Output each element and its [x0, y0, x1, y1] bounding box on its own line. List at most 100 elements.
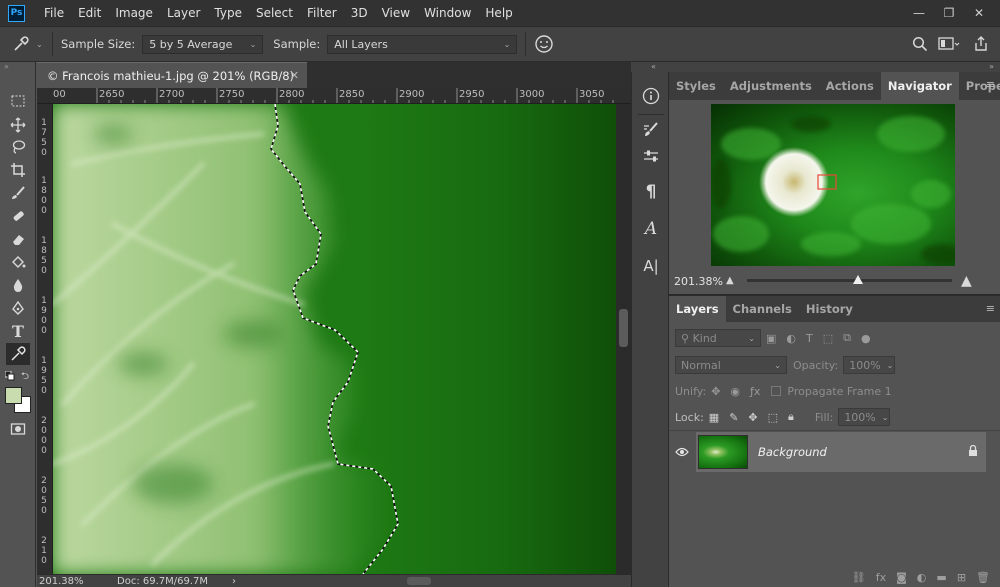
quick-mask-icon[interactable] [6, 418, 30, 440]
panel-dock-header[interactable]: » [669, 62, 1000, 72]
vertical-scrollbar[interactable] [616, 104, 631, 574]
layer-row-background[interactable]: Background [696, 432, 986, 472]
document-canvas[interactable] [53, 104, 616, 574]
filter-pixel-icon[interactable]: ▣ [766, 332, 776, 345]
photoshop-logo-icon[interactable]: Ps [8, 4, 25, 22]
expand-arrows-icon[interactable]: » [989, 62, 994, 72]
navigator-zoom-value[interactable]: 201.38% [674, 275, 723, 288]
scrollbar-thumb[interactable] [619, 309, 628, 347]
new-layer-icon[interactable]: ⊞ [957, 571, 966, 584]
tab-channels[interactable]: Channels [726, 296, 799, 322]
close-tab-icon[interactable]: ✕ [290, 69, 299, 82]
share-icon[interactable] [972, 35, 990, 53]
unify-position-icon[interactable]: ✥ [711, 385, 720, 398]
horizontal-ruler[interactable]: 00 2650 2700 2750 2800 2850 2900 2950 30… [37, 88, 631, 104]
filter-shape-icon[interactable]: ⬚ [823, 332, 833, 345]
brush-settings-icon[interactable] [639, 118, 663, 142]
menu-image[interactable]: Image [108, 0, 160, 26]
move-tool-icon[interactable] [6, 114, 30, 136]
propagate-checkbox[interactable] [771, 386, 782, 396]
menu-help[interactable]: Help [478, 0, 519, 26]
blur-tool-icon[interactable] [6, 274, 30, 296]
panel-menu-icon[interactable]: ≡ [986, 78, 995, 91]
menu-file[interactable]: File [37, 0, 71, 26]
select-subject-icon[interactable] [534, 34, 554, 54]
menu-type[interactable]: Type [207, 0, 249, 26]
glyphs-icon[interactable]: A| [639, 254, 663, 278]
layer-name[interactable]: Background [758, 445, 827, 459]
document-tab[interactable]: © Francois mathieu-1.jpg @ 201% (RGB/8) … [37, 62, 307, 88]
visibility-eye-icon[interactable] [675, 446, 689, 460]
toolbar-grip-icon[interactable]: » [0, 62, 35, 72]
lock-position-icon[interactable]: ✥ [748, 411, 757, 424]
navigator-thumbnail[interactable] [711, 104, 955, 266]
zoom-slider[interactable] [747, 275, 952, 284]
restore-button[interactable]: ❐ [934, 6, 964, 20]
lock-all-icon[interactable]: 🔒︎ [788, 410, 794, 424]
add-mask-icon[interactable]: ◙ [896, 571, 907, 584]
add-style-icon[interactable]: fx [876, 571, 886, 584]
paint-bucket-icon[interactable] [6, 251, 30, 273]
adjustment-layer-icon[interactable]: ◐ [917, 571, 927, 584]
lock-artboard-icon[interactable]: ⬚ [768, 411, 778, 424]
foreground-color-swatch[interactable] [5, 387, 22, 404]
minimize-button[interactable]: — [904, 6, 934, 20]
filter-kind-select[interactable]: ⚲ Kind ⌄ [675, 329, 761, 347]
crop-tool-icon[interactable] [6, 159, 30, 181]
new-group-icon[interactable]: ▬ [936, 571, 946, 584]
filter-type-icon[interactable]: T [806, 332, 813, 345]
filter-adjustment-icon[interactable]: ◐ [786, 332, 796, 345]
tab-history[interactable]: History [799, 296, 860, 322]
menu-view[interactable]: View [375, 0, 417, 26]
lasso-tool-icon[interactable] [6, 136, 30, 158]
menu-layer[interactable]: Layer [160, 0, 207, 26]
unify-style-icon[interactable]: ƒx [750, 385, 760, 398]
panel-menu-icon[interactable]: ≡ [986, 302, 995, 315]
marquee-tool-icon[interactable] [6, 90, 30, 112]
tab-layers[interactable]: Layers [669, 296, 726, 322]
tab-styles[interactable]: Styles [669, 72, 723, 100]
eyedropper-tool-icon[interactable] [6, 343, 30, 365]
eyedropper-preset-icon[interactable]: ⌄ [12, 35, 44, 53]
blend-mode-select[interactable]: Normal ⌄ [675, 356, 787, 374]
brush-tool-icon[interactable] [6, 182, 30, 204]
menu-edit[interactable]: Edit [71, 0, 108, 26]
type-tool-icon[interactable]: T [6, 320, 30, 342]
workspace-icon[interactable] [938, 36, 960, 52]
info-icon[interactable] [639, 84, 663, 108]
tab-adjustments[interactable]: Adjustments [723, 72, 819, 100]
search-icon[interactable] [912, 36, 928, 52]
collapsed-panel-header[interactable]: « [631, 62, 669, 72]
menu-3d[interactable]: 3D [344, 0, 375, 26]
lock-pixels-icon[interactable]: ✎ [729, 411, 738, 424]
character-icon[interactable]: A [639, 217, 663, 241]
menu-select[interactable]: Select [249, 0, 300, 26]
lock-transparent-icon[interactable]: ▦ [709, 411, 719, 424]
paragraph-icon[interactable]: ¶ [639, 180, 663, 204]
link-layers-icon[interactable]: ⛓ [852, 571, 866, 584]
close-button[interactable]: ✕ [964, 6, 994, 20]
status-menu-arrow[interactable]: › [232, 576, 236, 587]
filter-toggle-icon[interactable]: ● [861, 332, 871, 345]
healing-brush-icon[interactable] [6, 205, 30, 227]
fill-field[interactable]: 100% ⌄ [838, 408, 891, 426]
collapse-arrows-icon[interactable]: « [651, 62, 656, 72]
zoom-slider-thumb[interactable] [852, 275, 863, 284]
pen-tool-icon[interactable] [6, 297, 30, 319]
sample-size-select[interactable]: 5 by 5 Average ⌄ [142, 34, 264, 54]
sample-select[interactable]: All Layers ⌄ [327, 34, 518, 54]
tab-navigator[interactable]: Navigator [880, 72, 959, 100]
filter-smart-object-icon[interactable]: ⧉ [843, 331, 851, 345]
status-zoom[interactable]: 201.38% [37, 576, 84, 587]
layer-thumbnail[interactable] [698, 435, 748, 469]
zoom-in-icon[interactable]: ▲ [961, 273, 972, 289]
layer-lock-icon[interactable] [968, 444, 978, 459]
opacity-field[interactable]: 100% ⌄ [843, 356, 896, 374]
zoom-out-icon[interactable]: ▲ [726, 275, 734, 286]
swap-colors-icon[interactable]: ⮌ [21, 369, 29, 386]
unify-visibility-icon[interactable]: ◉ [730, 385, 740, 398]
menu-filter[interactable]: Filter [300, 0, 344, 26]
tab-actions[interactable]: Actions [819, 72, 881, 100]
eraser-tool-icon[interactable] [6, 228, 30, 250]
default-colors-icon[interactable] [4, 370, 15, 381]
